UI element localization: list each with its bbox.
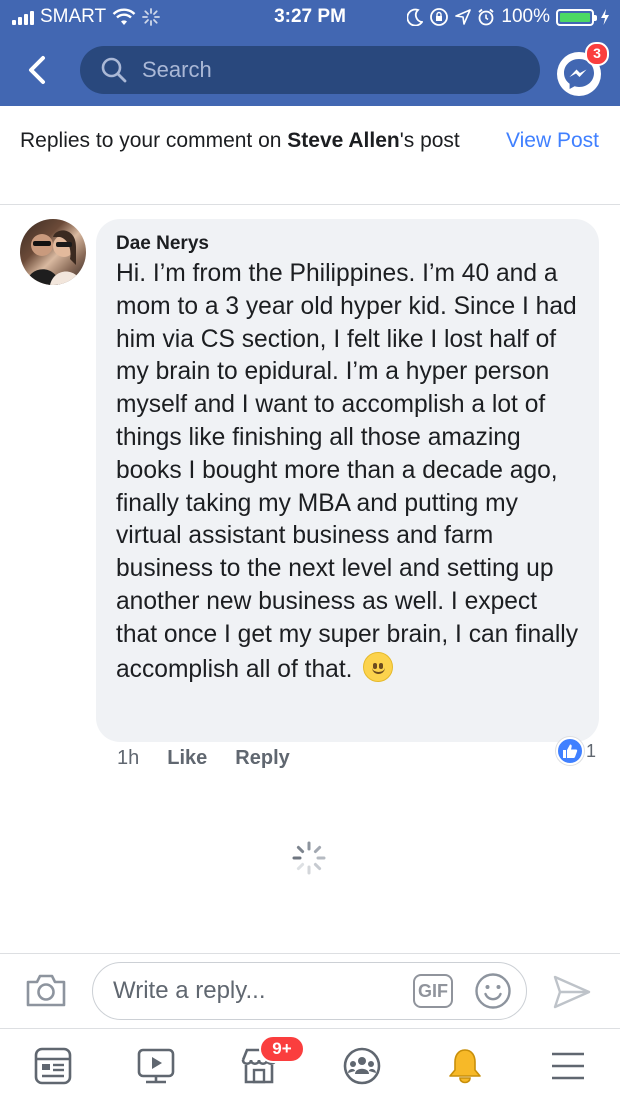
- notification-prefix: Replies to your comment on: [20, 129, 288, 152]
- notification-name[interactable]: Steve Allen: [287, 129, 399, 152]
- reaction-count: 1: [586, 740, 597, 761]
- search-input[interactable]: Search: [80, 46, 540, 94]
- status-right: 100%: [407, 6, 610, 28]
- rotation-lock-icon: [430, 8, 449, 26]
- avatar-photo: [26, 230, 82, 285]
- avatar[interactable]: [20, 219, 86, 285]
- reaction-summary[interactable]: 1: [556, 737, 596, 765]
- like-reaction-icon: [556, 737, 584, 765]
- like-button[interactable]: Like: [167, 747, 207, 770]
- location-icon: [455, 9, 472, 25]
- notification-header: Replies to your comment on Steve Allen's…: [20, 126, 480, 156]
- alarm-icon: [478, 8, 494, 26]
- top-bar: SMART 3:27 PM 100% Search 3: [0, 0, 620, 106]
- news-feed-icon[interactable]: [33, 1046, 73, 1086]
- send-icon[interactable]: [552, 974, 592, 1010]
- tab-bar-divider: [0, 1028, 620, 1029]
- back-icon[interactable]: [22, 54, 54, 86]
- search-icon: [101, 57, 127, 83]
- watch-icon[interactable]: [136, 1046, 176, 1086]
- gif-button[interactable]: GIF: [413, 974, 453, 1008]
- reply-placeholder: Write a reply...: [113, 977, 266, 1004]
- charging-icon: [601, 9, 609, 25]
- comment-author[interactable]: Dae Nerys: [116, 232, 579, 256]
- reply-input[interactable]: Write a reply...: [92, 962, 527, 1020]
- notification-suffix: 's post: [399, 129, 460, 152]
- loading-spinner-icon: [292, 841, 326, 875]
- divider: [0, 204, 620, 205]
- messenger-badge: 3: [585, 42, 609, 66]
- search-placeholder: Search: [142, 57, 212, 82]
- composer-divider: [0, 953, 620, 954]
- marketplace-badge: 9+: [259, 1035, 305, 1063]
- battery-icon: [556, 8, 597, 26]
- comment-bubble[interactable]: Dae Nerys Hi. I’m from the Philippines. …: [96, 219, 599, 742]
- battery-percent: 100%: [501, 6, 550, 27]
- status-bar: SMART 3:27 PM 100%: [0, 0, 620, 36]
- comment-text-wrap: Hi. I’m from the Philippines. I’m 40 and…: [116, 258, 579, 686]
- bell-icon[interactable]: [445, 1046, 485, 1086]
- comment-actions: 1h Like Reply: [117, 747, 290, 770]
- view-post-link[interactable]: View Post: [506, 126, 599, 156]
- groups-icon[interactable]: [342, 1046, 382, 1086]
- moon-icon: [407, 8, 424, 26]
- menu-icon[interactable]: [548, 1046, 588, 1086]
- comment-time: 1h: [117, 747, 140, 769]
- smiley-icon[interactable]: [474, 972, 512, 1010]
- slight-smile-emoji-icon: [363, 651, 394, 682]
- reply-button[interactable]: Reply: [235, 747, 289, 770]
- camera-icon[interactable]: [25, 972, 67, 1008]
- comment-text: Hi. I’m from the Philippines. I’m 40 and…: [116, 260, 579, 683]
